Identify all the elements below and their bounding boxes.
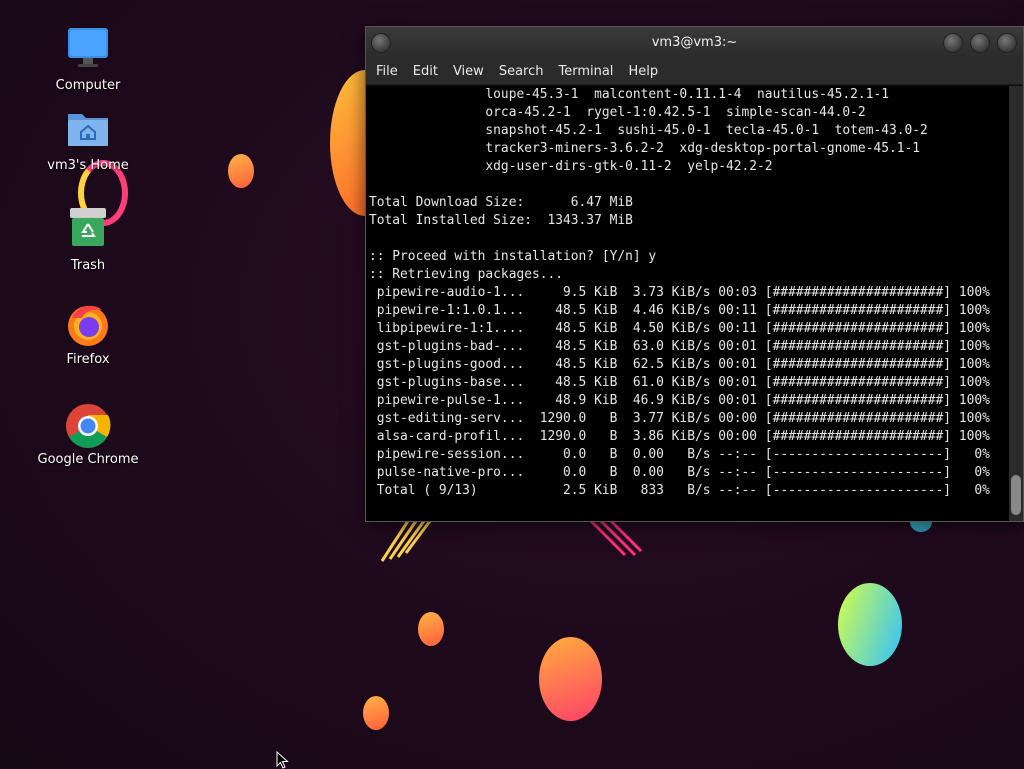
desktop-icon-label: Trash xyxy=(70,258,106,273)
desktop-icon-label: vm3's Home xyxy=(47,158,129,173)
terminal-line: snapshot-45.2-1 sushi-45.0-1 tecla-45.0-… xyxy=(369,123,928,138)
firefox-icon xyxy=(64,300,112,348)
window-title: vm3@vm3:~ xyxy=(651,35,738,50)
maximize-button[interactable] xyxy=(970,33,990,53)
terminal-line: pipewire-session... 0.0 B 0.00 B/s --:--… xyxy=(369,447,990,462)
menu-terminal[interactable]: Terminal xyxy=(552,59,622,84)
close-button[interactable] xyxy=(997,33,1017,53)
menu-bar: File Edit View Search Terminal Help xyxy=(366,59,1023,85)
desktop-icon-chrome[interactable]: Google Chrome xyxy=(33,400,143,467)
terminal-line: pulse-native-pro... 0.0 B 0.00 B/s --:--… xyxy=(369,465,990,480)
terminal-line: Total Installed Size: 1343.37 MiB xyxy=(369,213,633,228)
wallpaper-stripes xyxy=(380,520,432,562)
desktop-icon-computer[interactable]: Computer xyxy=(33,26,143,93)
desktop-icon-label: Firefox xyxy=(66,352,110,367)
menu-search[interactable]: Search xyxy=(493,59,553,84)
wallpaper-bubble xyxy=(228,154,254,188)
desktop-icon-trash[interactable]: Trash xyxy=(33,206,143,273)
chrome-icon xyxy=(64,400,112,448)
terminal-line: Total Download Size: 6.47 MiB xyxy=(369,195,633,210)
menu-file[interactable]: File xyxy=(370,59,407,84)
terminal-line: loupe-45.3-1 malcontent-0.11.1-4 nautilu… xyxy=(369,87,889,102)
terminal-line: alsa-card-profil... 1290.0 B 3.86 KiB/s … xyxy=(369,429,990,444)
scrollbar-thumb[interactable] xyxy=(1011,475,1021,515)
terminal-line: pipewire-pulse-1... 48.9 KiB 46.9 KiB/s … xyxy=(369,393,990,408)
minimize-button[interactable] xyxy=(943,33,963,53)
computer-icon xyxy=(64,26,112,74)
wallpaper-bubble xyxy=(418,612,444,646)
menu-view[interactable]: View xyxy=(447,59,493,84)
wallpaper-bubble xyxy=(363,696,389,730)
terminal-line: pipewire-1:1.0.1... 48.5 KiB 4.46 KiB/s … xyxy=(369,303,990,318)
window-menu-button[interactable] xyxy=(371,33,391,53)
terminal-line: Total ( 9/13) 2.5 KiB 833 B/s --:-- [---… xyxy=(369,483,990,498)
terminal-window[interactable]: vm3@vm3:~ File Edit View Search Terminal… xyxy=(365,26,1024,522)
desktop-icon-label: Google Chrome xyxy=(37,452,139,467)
trash-icon xyxy=(64,206,112,254)
window-titlebar[interactable]: vm3@vm3:~ xyxy=(366,27,1023,59)
mouse-cursor-icon xyxy=(276,751,289,769)
terminal-line: gst-plugins-good... 48.5 KiB 62.5 KiB/s … xyxy=(369,357,990,372)
terminal-line: tracker3-miners-3.6.2-2 xdg-desktop-port… xyxy=(369,141,921,156)
terminal-line: orca-45.2-1 rygel-1:0.42.5-1 simple-scan… xyxy=(369,105,866,120)
terminal-line: :: Proceed with installation? [Y/n] y xyxy=(369,249,657,264)
desktop-icon-label: Computer xyxy=(55,78,121,93)
terminal-line: gst-plugins-base... 48.5 KiB 61.0 KiB/s … xyxy=(369,375,990,390)
home-folder-icon xyxy=(64,106,112,154)
terminal-line: :: Retrieving packages... xyxy=(369,267,564,282)
terminal-line: xdg-user-dirs-gtk-0.11-2 yelp-42.2-2 xyxy=(369,159,773,174)
terminal-line: libpipewire-1:1.... 48.5 KiB 4.50 KiB/s … xyxy=(369,321,990,336)
desktop-icon-home[interactable]: vm3's Home xyxy=(33,106,143,173)
terminal-output[interactable]: loupe-45.3-1 malcontent-0.11.1-4 nautilu… xyxy=(366,86,1009,521)
terminal-scrollbar[interactable] xyxy=(1009,86,1023,521)
terminal-line: gst-editing-serv... 1290.0 B 3.77 KiB/s … xyxy=(369,411,990,426)
desktop-icon-firefox[interactable]: Firefox xyxy=(33,300,143,367)
wallpaper-bubble xyxy=(838,583,902,666)
terminal-line: pipewire-audio-1... 9.5 KiB 3.73 KiB/s 0… xyxy=(369,285,990,300)
menu-help[interactable]: Help xyxy=(622,59,667,84)
wallpaper-stripes xyxy=(587,517,643,557)
terminal-line: gst-plugins-bad-... 48.5 KiB 63.0 KiB/s … xyxy=(369,339,990,354)
wallpaper-bubble xyxy=(539,637,602,721)
menu-edit[interactable]: Edit xyxy=(407,59,447,84)
